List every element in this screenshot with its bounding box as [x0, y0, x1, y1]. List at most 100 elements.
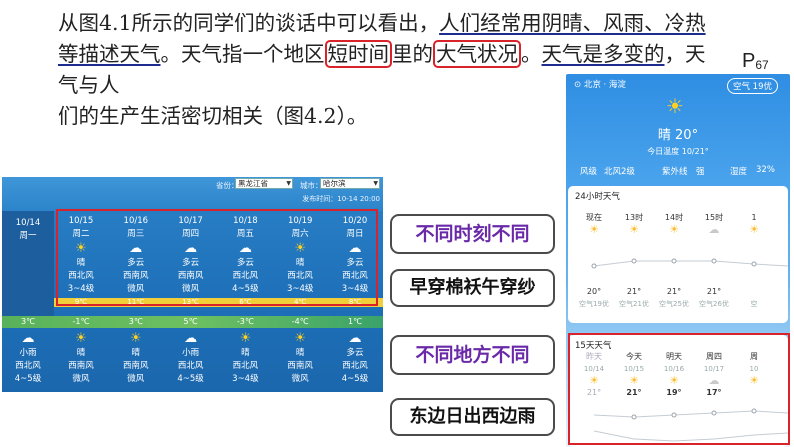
hourly-item: 13时 ☀ 21° 空气21优 [614, 212, 654, 310]
hourly-item: 15时 ☁ 21° 空气26优 [694, 212, 734, 310]
location-pin-icon: ⊙ [574, 80, 584, 90]
day-low-temp: -1℃ [72, 317, 90, 326]
para-text: 。天气指一个地区 [160, 42, 325, 66]
hour-temp: 20° [586, 287, 602, 296]
night-forecast-column: ☀ 晴西北风 3~4级 [218, 328, 272, 386]
para-text: 里的 [392, 42, 433, 66]
city-select[interactable]: 哈尔滨 [320, 178, 380, 189]
today-temp-range: 今日温度 10/21° [647, 147, 709, 156]
wind-label: 风级 [580, 167, 598, 177]
night-wind: 西北风 [342, 361, 368, 371]
sun-icon: ☀ [589, 223, 599, 236]
sun-icon: ☀ [749, 223, 759, 236]
sun-icon: ☀ [629, 223, 639, 236]
night-wind: 西南风 [287, 361, 313, 371]
sun-icon: ☀ [239, 331, 252, 346]
hour-temp: 21° [666, 287, 682, 296]
night-wind-level: 微风 [291, 374, 309, 384]
highlight-box-atmosphere: 大气状况 [433, 40, 521, 68]
city-value: 哈尔滨 [323, 179, 346, 188]
sun-icon: ☀ [666, 94, 684, 118]
cloud-icon: ☁ [21, 331, 35, 346]
humidity-label: 湿度 [730, 167, 748, 177]
hourly-item: 14时 ☀ 21° 空气25优 [654, 212, 694, 310]
night-weather: 晴 [131, 348, 141, 358]
night-wind: 西北风 [232, 361, 259, 371]
today-night-level: 4~5级 [14, 374, 42, 384]
sun-icon: ☀ [75, 331, 87, 346]
day-low-temp: 1℃ [347, 317, 363, 326]
current-weather: 晴 20° [657, 128, 699, 143]
night-forecast-column: ☁ 小雨 西北风 4~5级 [164, 328, 218, 386]
para-text: 从图4.1所示的同学们的谈话中可以看出， [58, 11, 440, 35]
today-column: 10/14 周一 [2, 211, 54, 317]
uv-label: 紫外线 [662, 167, 688, 177]
sun-icon: ☀ [669, 223, 679, 236]
aqi-badge[interactable]: 空气 19优 [726, 78, 778, 94]
sun-icon: ☀ [129, 331, 142, 346]
day-low-temp: -4℃ [291, 317, 309, 326]
night-forecast-column: ☁ 多云西北风 4~5级 [328, 328, 382, 386]
underlined-text: 等描述天气 [58, 42, 161, 66]
para-line-1: 从图4.1所示的同学们的谈话中可以看出，人们经常用阴晴、风雨、冷热 [58, 8, 708, 39]
daily-highlight-box [568, 333, 790, 445]
hour-temp: 21° [706, 287, 722, 296]
hour-aqi: 空气26优 [699, 300, 729, 308]
night-weather: 晴 [295, 348, 305, 358]
sun-icon: ☀ [294, 331, 307, 346]
underlined-text: 人们经常用阴晴、风雨、冷热 [439, 11, 706, 35]
place-difference-label: 不同地方不同 [390, 335, 555, 375]
night-wind-level: 4~5级 [177, 374, 204, 384]
location-text: 北京 · 海淀 [583, 80, 626, 90]
hourly-forecast-card: 24小时天气 现在 ☀ 20° 空气19优 13时 ☀ 21° 空气21优 14时 ☀ 21° 空气2… [568, 186, 788, 323]
hour-temp [734, 286, 774, 298]
para-text: 们的生产生活密切相关（图4.2）。 [58, 104, 368, 128]
night-wind-level: 4~5级 [341, 374, 369, 384]
night-wind: 西南风 [68, 361, 94, 371]
night-wind: 西南风 [123, 361, 149, 371]
hour-aqi: 空气21优 [619, 300, 649, 308]
hour-aqi: 空 [750, 300, 758, 308]
underlined-text: 天气是多变的 [541, 42, 665, 66]
highlight-box-short-time: 短时间 [324, 40, 392, 68]
wind-value: 北风2级 [604, 167, 635, 177]
today-night-column: ☁ 小雨 西北风 4~5级 [2, 328, 54, 386]
night-forecast-column: ☀ 晴西南风微风 [273, 328, 327, 386]
today-night-wind: 西北风 [15, 361, 41, 371]
cloud-icon: ☁ [348, 331, 362, 346]
forecast-highlight-box [56, 209, 378, 306]
humidity-value: 32% [756, 165, 775, 175]
day-low-temp: 3℃ [128, 317, 143, 326]
night-weather: 多云 [346, 348, 364, 358]
today-weekday: 周一 [19, 231, 37, 241]
saying-cotton-gauze: 早穿棉袄午穿纱 [390, 269, 555, 307]
night-wind: 西北风 [177, 361, 204, 371]
today-low-temp: 3℃ [20, 317, 36, 326]
province-select[interactable]: 黑龙江省 [235, 178, 293, 189]
uv-value: 强 [696, 167, 705, 177]
page-number-sub: 67 [755, 58, 769, 72]
page-number: P67 [742, 50, 769, 73]
time-difference-label: 不同时刻不同 [390, 214, 555, 254]
day-low-temp: -3℃ [236, 317, 254, 326]
hourly-item: 1 ☀ 空 [734, 212, 774, 310]
page-number-p: P [742, 50, 756, 72]
night-forecast-column: ☀ 晴西南风微风 [109, 328, 163, 386]
para-text: 。 [521, 42, 542, 66]
hour-aqi: 空气19优 [579, 300, 609, 308]
night-wind-level: 微风 [72, 374, 90, 384]
hourly-item: 现在 ☀ 20° 空气19优 [574, 212, 614, 310]
today-night-weather: 小雨 [19, 348, 37, 358]
publish-time: 发布时间：10-14 20:00 [302, 195, 380, 203]
night-wind-level: 3~4级 [232, 374, 259, 384]
today-date: 10/14 [15, 218, 41, 228]
hour-temp: 21° [626, 287, 642, 296]
saying-sunrise-rain: 东边日出西边雨 [390, 398, 555, 436]
night-weather: 晴 [76, 348, 86, 358]
night-weather: 晴 [241, 348, 250, 358]
night-wind-level: 微风 [127, 374, 145, 384]
cloud-icon: ☁ [184, 331, 198, 346]
cloud-icon: ☁ [708, 223, 720, 236]
province-value: 黑龙江省 [238, 179, 268, 188]
location-header[interactable]: ⊙ 北京 · 海淀 [574, 78, 626, 90]
